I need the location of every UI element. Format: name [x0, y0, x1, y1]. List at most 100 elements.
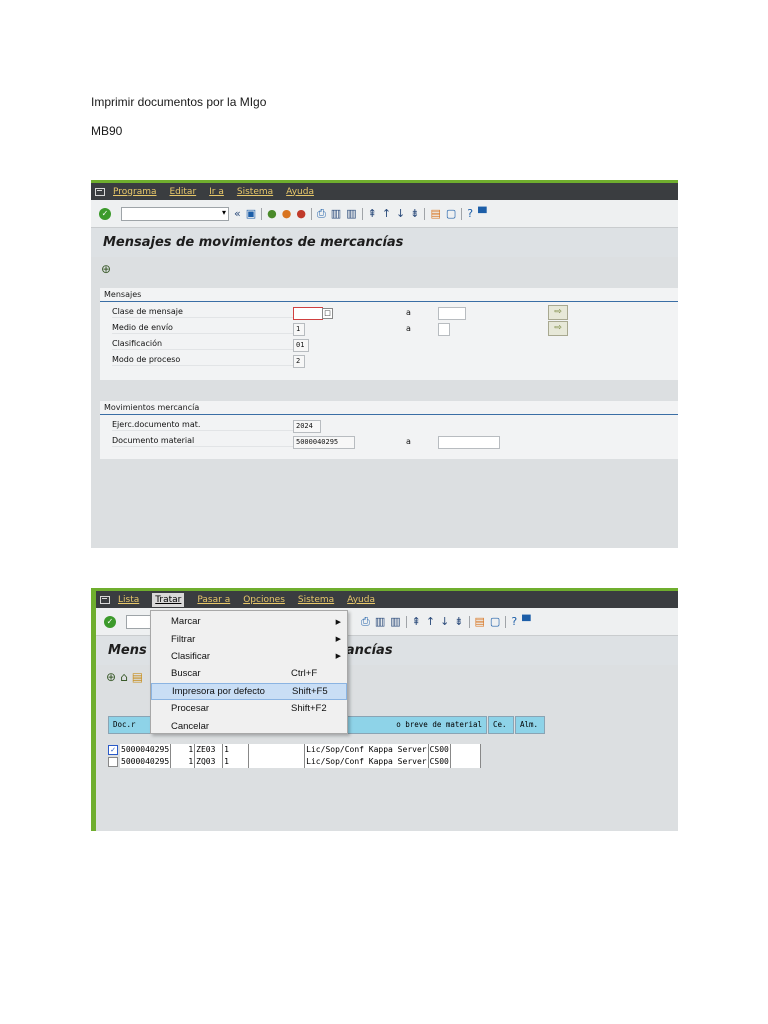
find-icon[interactable]: ▥: [331, 208, 341, 219]
screenshot-mb90-selection: Programa Editar Ir a Sistema Ayuda ✓ ▾ «…: [91, 180, 678, 548]
medio-envio-to-input[interactable]: [438, 323, 450, 336]
new-session-icon[interactable]: ▤: [430, 208, 440, 219]
app-menu-icon[interactable]: [95, 187, 105, 196]
column-header[interactable]: Doc.r: [108, 716, 154, 734]
menu-sistema[interactable]: Sistema: [298, 595, 334, 605]
cell-alm: [450, 744, 481, 756]
menu-item-label: Marcar: [171, 616, 201, 628]
execute-icon[interactable]: ⊕: [101, 262, 111, 276]
menu-lista[interactable]: Lista: [118, 595, 139, 605]
column-header[interactable]: Alm.: [515, 716, 545, 734]
menu-programa[interactable]: Programa: [113, 187, 157, 197]
field-label: Clase de mensaje: [112, 307, 302, 318]
exit-icon[interactable]: ●: [282, 208, 292, 219]
ejercicio-input[interactable]: 2024: [293, 420, 321, 433]
toolbar-separator: [310, 207, 312, 220]
shortcut-icon[interactable]: ▢: [446, 208, 456, 219]
ok-icon[interactable]: ✓: [99, 207, 111, 220]
customize-layout-icon[interactable]: ▀: [478, 208, 486, 219]
search-help-icon[interactable]: □: [322, 308, 333, 319]
menu-bar: Programa Editar Ir a Sistema Ayuda: [91, 183, 678, 200]
page-title-left: Mens: [108, 643, 147, 658]
menu-ayuda[interactable]: Ayuda: [286, 187, 314, 197]
shortcut-icon[interactable]: ▢: [490, 616, 500, 627]
toolbar-separator: [505, 615, 507, 628]
details-icon[interactable]: ▤: [132, 670, 143, 684]
checkbox-icon[interactable]: [108, 757, 118, 767]
menu-item-marcar[interactable]: Marcar ▶: [151, 613, 347, 630]
first-page-icon[interactable]: ⇞: [412, 616, 421, 627]
previous-page-icon[interactable]: ↑: [426, 616, 435, 627]
select-options-icon[interactable]: ⇨: [548, 321, 568, 336]
menu-pasar-a[interactable]: Pasar a: [197, 595, 230, 605]
cell-alm: [450, 756, 481, 768]
cell-ce: CS00: [428, 744, 451, 756]
collapse-icon[interactable]: «: [234, 208, 241, 219]
submenu-arrow-icon: ▶: [335, 653, 341, 661]
field-row: Documento material 5000040295 a: [100, 436, 678, 450]
table-row[interactable]: ✓ 5000040295 1 ZE03 1 Lic/Sop/Conf Kappa…: [108, 744, 481, 756]
documento-material-input[interactable]: 5000040295: [293, 436, 355, 449]
checkbox-icon[interactable]: ✓: [108, 745, 118, 755]
app-menu-icon[interactable]: [100, 595, 110, 604]
cancel-icon[interactable]: ●: [296, 208, 306, 219]
menu-ir-a[interactable]: Ir a: [209, 187, 224, 197]
menu-item-clasificar[interactable]: Clasificar ▶: [151, 648, 347, 665]
menu-item-buscar[interactable]: Buscar Ctrl+F: [151, 665, 347, 682]
field-row: Medio de envío 1 a ⇨: [100, 321, 678, 337]
field-label: Clasificación: [112, 339, 302, 350]
print-icon[interactable]: ⎙: [361, 616, 370, 627]
select-options-icon[interactable]: ⇨: [548, 305, 568, 320]
clase-mensaje-input[interactable]: [293, 307, 323, 320]
find-icon[interactable]: ▥: [375, 616, 385, 627]
find-next-icon[interactable]: ▥: [346, 208, 356, 219]
medio-envio-input[interactable]: 1: [293, 323, 305, 336]
toolbar-separator: [424, 207, 426, 220]
submenu-arrow-icon: ▶: [335, 636, 341, 644]
field-row: Ejerc.documento mat. 2024: [100, 420, 678, 434]
cell-pos: 1: [171, 744, 196, 756]
modo-proceso-input[interactable]: 2: [293, 355, 305, 368]
menu-item-filtrar[interactable]: Filtrar ▶: [151, 630, 347, 647]
previous-page-icon[interactable]: ↑: [382, 208, 391, 219]
menu-editar[interactable]: Editar: [170, 187, 197, 197]
chevron-down-icon[interactable]: ▾: [222, 208, 226, 217]
last-page-icon[interactable]: ⇟: [410, 208, 419, 219]
cell-text: Lic/Sop/Conf Kappa Server: [305, 756, 429, 768]
display-icon[interactable]: ⌂: [120, 670, 128, 684]
documento-material-to-input[interactable]: [438, 436, 500, 449]
menu-ayuda[interactable]: Ayuda: [347, 595, 375, 605]
last-page-icon[interactable]: ⇟: [454, 616, 463, 627]
help-icon[interactable]: ?: [511, 616, 517, 627]
command-field[interactable]: ▾: [121, 206, 229, 221]
page-title: Mensajes de movimientos de mercancías: [103, 235, 404, 250]
find-next-icon[interactable]: ▥: [390, 616, 400, 627]
execute-icon[interactable]: ⊕: [106, 670, 116, 684]
column-header[interactable]: Ce.: [488, 716, 514, 734]
menu-tratar[interactable]: Tratar: [152, 592, 185, 607]
ok-icon[interactable]: ✓: [104, 615, 116, 628]
save-icon[interactable]: ▣: [246, 208, 256, 219]
menu-item-impresora-por-defecto[interactable]: Impresora por defecto Shift+F5: [151, 682, 347, 700]
menu-sistema[interactable]: Sistema: [237, 187, 273, 197]
table-row[interactable]: 5000040295 1 ZQ03 1 Lic/Sop/Conf Kappa S…: [108, 756, 481, 768]
menu-item-cancelar[interactable]: Cancelar: [151, 717, 347, 734]
clase-mensaje-to-input[interactable]: [438, 307, 466, 320]
next-page-icon[interactable]: ↓: [440, 616, 449, 627]
group-title: Mensajes: [100, 288, 678, 302]
back-icon[interactable]: ●: [267, 208, 277, 219]
menu-opciones[interactable]: Opciones: [243, 595, 285, 605]
first-page-icon[interactable]: ⇞: [368, 208, 377, 219]
clasificacion-input[interactable]: 01: [293, 339, 309, 352]
standard-toolbar: ✓ ▾ « ▣ ● ● ● ⎙ ▥ ▥ ⇞ ↑ ↓ ⇟ ▤ ▢ ? ▀: [91, 200, 678, 228]
tratar-dropdown-menu: Marcar ▶ Filtrar ▶ Clasificar ▶ Buscar C…: [150, 610, 348, 734]
customize-layout-icon[interactable]: ▀: [522, 616, 530, 627]
new-session-icon[interactable]: ▤: [475, 616, 485, 627]
menu-bar: Lista Tratar Pasar a Opciones Sistema Ay…: [96, 591, 678, 608]
toolbar-separator: [468, 615, 470, 628]
print-icon[interactable]: ⎙: [317, 208, 326, 219]
next-page-icon[interactable]: ↓: [396, 208, 405, 219]
cell-text: Lic/Sop/Conf Kappa Server: [305, 744, 429, 756]
help-icon[interactable]: ?: [467, 208, 473, 219]
menu-item-procesar[interactable]: Procesar Shift+F2: [151, 700, 347, 717]
